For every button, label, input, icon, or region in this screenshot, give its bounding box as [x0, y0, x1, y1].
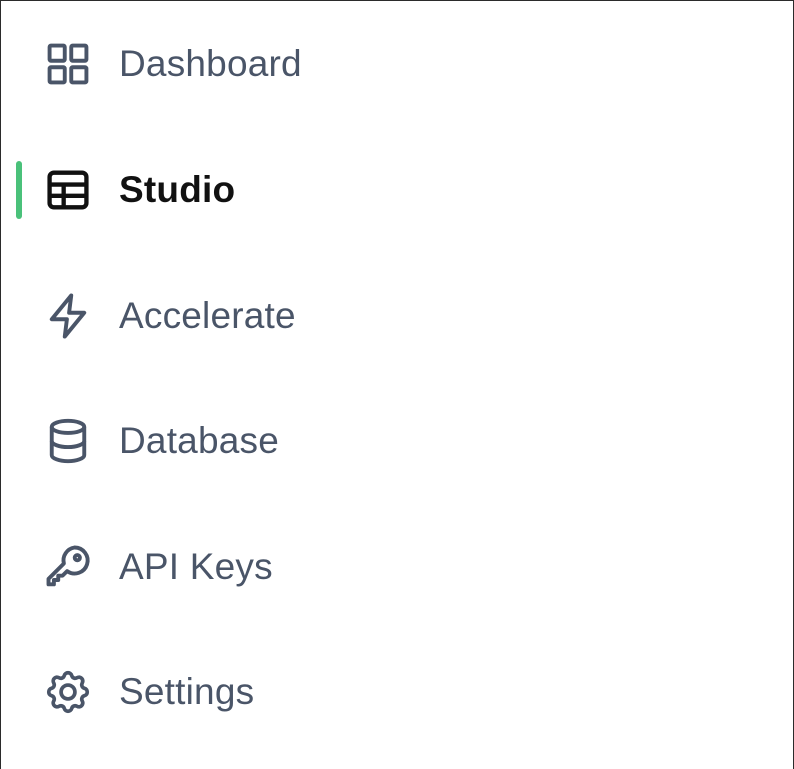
sidebar-item-label: API Keys [119, 546, 273, 587]
sidebar-item-label: Settings [119, 671, 255, 712]
sidebar-item-database[interactable]: Database [1, 409, 761, 473]
sidebar-item-label: Dashboard [119, 43, 302, 84]
database-icon [42, 415, 94, 467]
active-indicator [16, 412, 22, 470]
active-indicator [16, 287, 22, 345]
lightning-bolt-icon [42, 290, 94, 342]
sidebar-item-studio[interactable]: Studio [1, 158, 761, 222]
sidebar-item-settings[interactable]: Settings [1, 660, 761, 724]
sidebar-nav: Dashboard Studio Accelerate Database API… [1, 1, 793, 769]
active-indicator [16, 538, 22, 596]
sidebar-item-label: Studio [119, 169, 236, 210]
sidebar-item-label: Database [119, 420, 279, 461]
active-indicator [16, 663, 22, 721]
table-icon [42, 164, 94, 216]
gear-icon [42, 666, 94, 718]
sidebar-item-dashboard[interactable]: Dashboard [1, 32, 761, 96]
sidebar-item-accelerate[interactable]: Accelerate [1, 284, 761, 348]
active-indicator [16, 161, 22, 219]
sidebar-item-api-keys[interactable]: API Keys [1, 535, 761, 599]
sidebar-item-label: Accelerate [119, 295, 296, 336]
active-indicator [16, 35, 22, 93]
grid-icon [42, 38, 94, 90]
sidebar-frame: Dashboard Studio Accelerate Database API… [0, 0, 794, 769]
key-icon [42, 541, 94, 593]
